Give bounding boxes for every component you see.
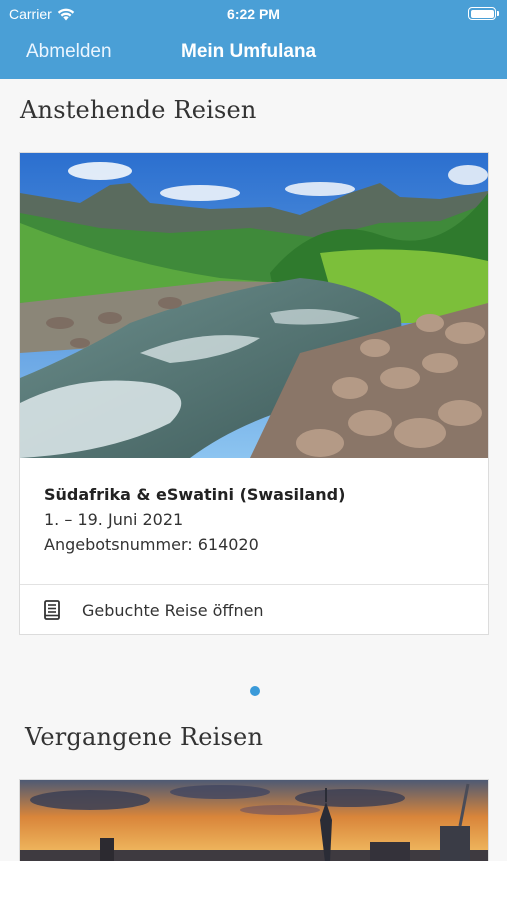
bottom-safe-area <box>0 861 507 900</box>
navigation-bar: Abmelden Mein Umfulana <box>0 28 507 79</box>
open-booked-trip-button[interactable]: Gebuchte Reise öffnen <box>20 585 488 635</box>
upcoming-trips-heading: Anstehende Reisen <box>20 96 257 124</box>
trip-name: Südafrika & eSwatini (Swasiland) <box>44 485 346 504</box>
status-time: 6:22 PM <box>227 6 280 22</box>
page-indicator-dot <box>250 686 260 696</box>
trip-offer-number: Angebotsnummer: 614020 <box>44 535 259 554</box>
past-trip-card[interactable] <box>19 779 489 861</box>
book-icon <box>44 600 60 620</box>
upcoming-trip-card[interactable]: Südafrika & eSwatini (Swasiland) 1. – 19… <box>19 152 489 635</box>
trip-dates: 1. – 19. Juni 2021 <box>44 510 184 529</box>
drakensberg-river-photo <box>20 153 488 458</box>
status-bar: Carrier 6:22 PM <box>0 0 507 28</box>
past-trips-heading: Vergangene Reisen <box>25 723 264 751</box>
logout-button[interactable]: Abmelden <box>26 41 112 63</box>
top-bar: Carrier 6:22 PM Abmelden Mein Umfulana <box>0 0 507 79</box>
page-title: Mein Umfulana <box>181 41 317 62</box>
trip-info: Südafrika & eSwatini (Swasiland) 1. – 19… <box>44 485 345 554</box>
open-booked-trip-label: Gebuchte Reise öffnen <box>82 600 264 620</box>
main-content[interactable]: Anstehende Reisen Südafrika & eSwatini (… <box>0 79 507 861</box>
city-skyline-sunset-photo <box>20 780 488 861</box>
battery-icon <box>468 7 499 20</box>
